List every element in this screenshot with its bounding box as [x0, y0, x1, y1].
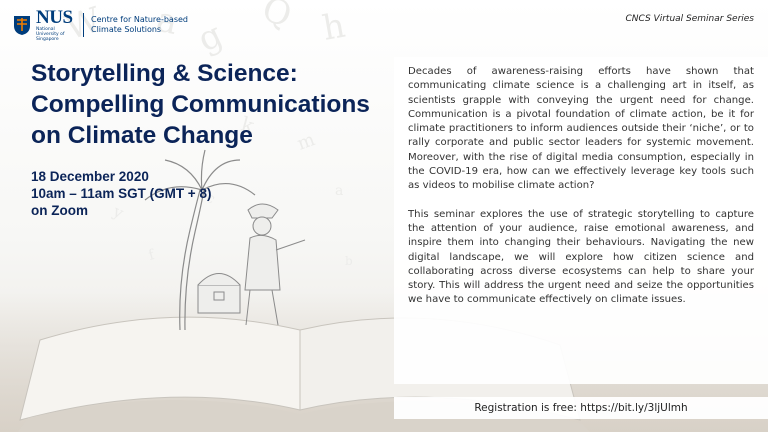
event-title-line3: on Climate Change: [31, 122, 253, 149]
pirate-figure: [244, 203, 306, 326]
svg-text:h: h: [320, 6, 349, 49]
event-date: 18 December 2020: [31, 169, 149, 184]
event-platform: on Zoom: [31, 203, 88, 218]
svg-text:Q: Q: [257, 0, 297, 36]
event-time: 10am – 11am SGT (GMT + 8): [31, 186, 212, 201]
centre-name: Centre for Nature-based Climate Solution…: [91, 15, 188, 35]
svg-text:b: b: [345, 254, 353, 268]
logo-divider: [83, 13, 84, 38]
description-paragraph-2: This seminar explores the use of strateg…: [408, 208, 754, 306]
treasure-chest: [197, 273, 241, 314]
event-title-line1: Storytelling & Science:: [31, 60, 298, 87]
seminar-series-label: CNCS Virtual Seminar Series: [625, 14, 754, 24]
registration-link[interactable]: Registration is free: https://bit.ly/3lj…: [394, 397, 768, 419]
svg-text:g: g: [192, 15, 229, 60]
description-paragraph-1: Decades of awareness-raising efforts hav…: [408, 66, 754, 192]
event-details: 18 December 2020 10am – 11am SGT (GMT + …: [31, 168, 211, 219]
nus-crest-icon: [14, 16, 30, 36]
svg-text:f: f: [147, 247, 158, 264]
nus-wordmark: NUS: [36, 7, 73, 28]
svg-text:a: a: [335, 183, 343, 199]
centre-name-line2: Climate Solutions: [91, 25, 162, 35]
event-title-line2: Compelling Communications: [31, 91, 370, 118]
nus-cncs-logo[interactable]: NUS National University of Singapore Cen…: [12, 8, 188, 43]
centre-name-line1: Centre for Nature-based: [91, 15, 188, 25]
description-panel: Decades of awareness-raising efforts hav…: [394, 57, 768, 384]
nus-subtext: National University of Singapore: [36, 27, 65, 43]
event-title: Storytelling & Science: Compelling Commu…: [31, 58, 401, 151]
